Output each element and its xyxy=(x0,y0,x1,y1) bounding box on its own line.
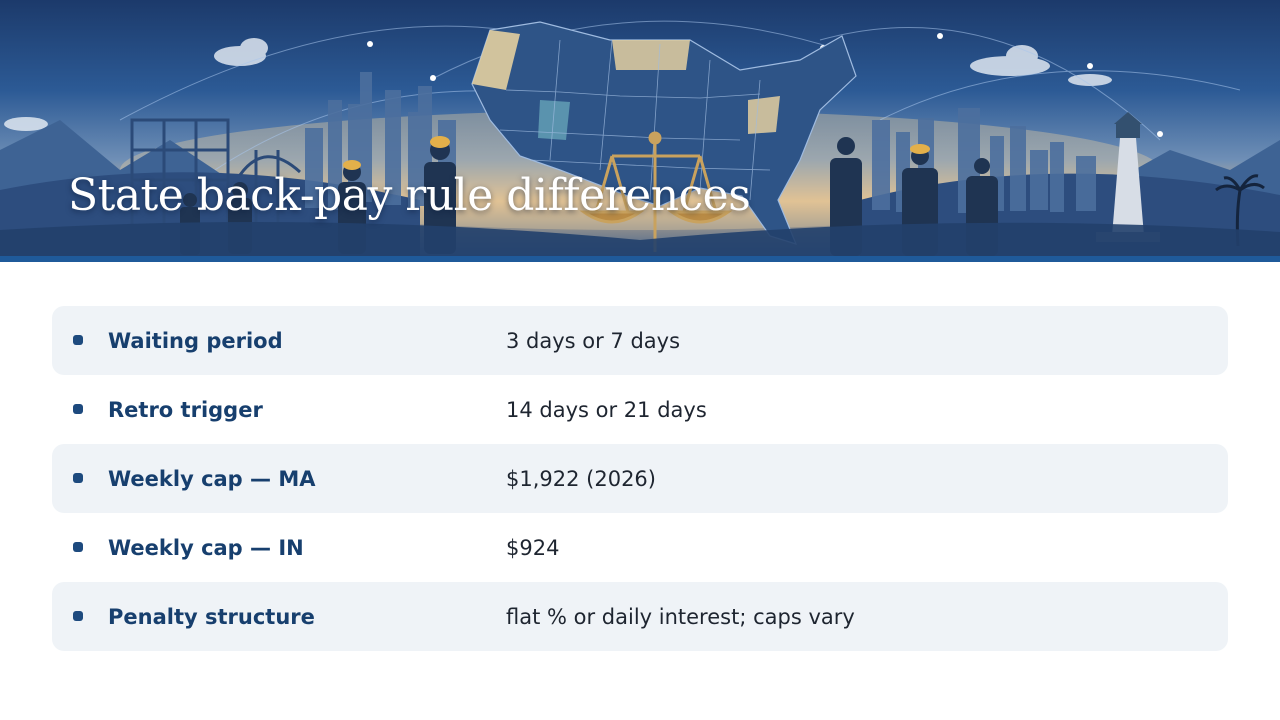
rules-table: Waiting period 3 days or 7 days Retro tr… xyxy=(52,306,1228,651)
table-row: Weekly cap — IN $924 xyxy=(52,513,1228,582)
rule-label: Weekly cap — IN xyxy=(108,535,304,560)
bullet-icon xyxy=(73,473,83,483)
bullet-icon xyxy=(73,404,83,414)
rule-label: Penalty structure xyxy=(108,604,315,629)
rule-value: 14 days or 21 days xyxy=(506,397,707,422)
rule-value: 3 days or 7 days xyxy=(506,328,681,353)
rule-value: $924 xyxy=(506,535,560,560)
bullet-icon xyxy=(73,611,83,621)
table-row: Retro trigger 14 days or 21 days xyxy=(52,375,1228,444)
bullet-icon xyxy=(73,542,83,552)
table-row: Penalty structure flat % or daily intere… xyxy=(52,582,1228,651)
bullet-icon xyxy=(73,335,83,345)
header-banner: State back-pay rule differences xyxy=(0,0,1280,258)
rule-label: Waiting period xyxy=(108,328,283,353)
rule-label: Retro trigger xyxy=(108,397,263,422)
table-row: Weekly cap — MA $1,922 (2026) xyxy=(52,444,1228,513)
rule-value: $1,922 (2026) xyxy=(506,466,656,491)
table-row: Waiting period 3 days or 7 days xyxy=(52,306,1228,375)
page-title: State back-pay rule differences xyxy=(68,170,751,221)
rule-label: Weekly cap — MA xyxy=(108,466,316,491)
rule-value: flat % or daily interest; caps vary xyxy=(506,604,855,629)
header-divider xyxy=(0,256,1280,262)
